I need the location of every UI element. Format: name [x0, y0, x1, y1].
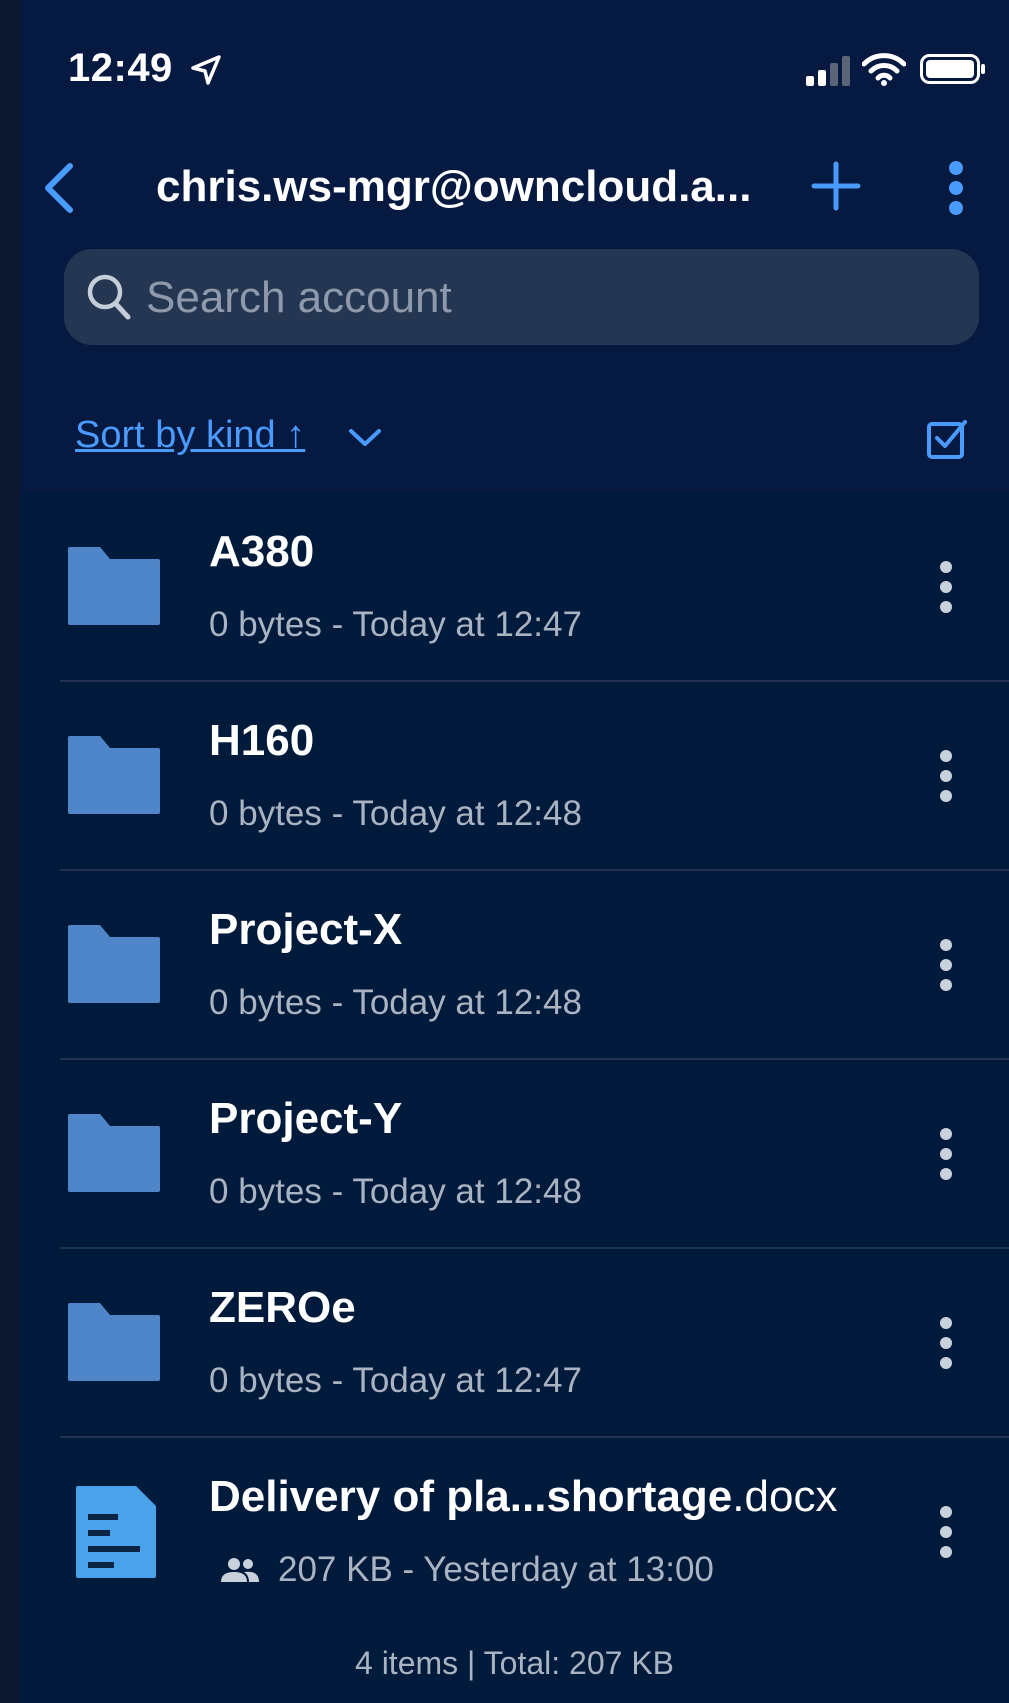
list-item[interactable]: Delivery of pla...shortage.docx 207 KB -… — [20, 1438, 1009, 1627]
item-more-button[interactable] — [936, 1504, 956, 1560]
folder-icon — [68, 1114, 160, 1192]
item-details: 0 bytes - Today at 12:47 — [209, 605, 582, 644]
item-name: Project-X — [209, 905, 403, 954]
vertical-ellipsis-icon — [940, 1128, 952, 1180]
list-item[interactable]: H160 0 bytes - Today at 12:48 — [20, 682, 1009, 871]
item-name: Project-Y — [209, 1094, 403, 1143]
chevron-down-icon[interactable] — [348, 428, 382, 448]
chevron-left-icon — [45, 163, 73, 213]
vertical-ellipsis-icon — [940, 561, 952, 613]
document-icon — [76, 1486, 156, 1578]
item-name: ZEROe — [209, 1283, 356, 1332]
shared-users-icon — [221, 1558, 259, 1582]
folder-summary: 4 items | Total: 207 KB — [355, 1645, 674, 1681]
plus-icon — [811, 161, 861, 211]
folder-icon — [68, 736, 160, 814]
vertical-ellipsis-icon — [940, 939, 952, 991]
item-more-button[interactable] — [936, 748, 956, 804]
item-details: 0 bytes - Today at 12:47 — [209, 1361, 582, 1400]
item-name: A380 — [209, 527, 315, 576]
list-item[interactable]: Project-Y 0 bytes - Today at 12:48 — [20, 1060, 1009, 1249]
item-name: Delivery of pla...shortage.docx — [209, 1472, 838, 1521]
wifi-icon — [862, 53, 906, 86]
battery-icon — [920, 54, 985, 84]
select-checkbox-icon[interactable] — [926, 418, 968, 460]
left-edge — [0, 0, 20, 1703]
page-title: chris.ws-mgr@owncloud.a... — [156, 162, 752, 211]
status-time: 12:49 — [68, 46, 173, 90]
add-button[interactable] — [810, 160, 862, 212]
folder-icon — [68, 1303, 160, 1381]
vertical-ellipsis-icon — [940, 1317, 952, 1369]
item-details: 0 bytes - Today at 12:48 — [209, 1172, 582, 1211]
folder-icon — [68, 547, 160, 625]
vertical-ellipsis-icon — [940, 750, 952, 802]
item-name: H160 — [209, 716, 315, 765]
item-details: 0 bytes - Today at 12:48 — [209, 983, 582, 1022]
sort-button[interactable]: Sort by kind ↑ — [75, 414, 305, 457]
list-item[interactable]: A380 0 bytes - Today at 12:47 — [20, 493, 1009, 682]
more-actions-button[interactable] — [946, 160, 966, 216]
item-more-button[interactable] — [936, 937, 956, 993]
location-arrow-icon — [191, 55, 221, 85]
item-details: 207 KB - Yesterday at 13:00 — [278, 1550, 714, 1589]
vertical-ellipsis-icon — [940, 1506, 952, 1558]
back-button[interactable] — [40, 160, 80, 216]
list-item[interactable]: ZEROe 0 bytes - Today at 12:47 — [20, 1249, 1009, 1438]
item-details: 0 bytes - Today at 12:48 — [209, 794, 582, 833]
cellular-signal-icon — [806, 56, 850, 86]
item-more-button[interactable] — [936, 1315, 956, 1371]
search-icon — [87, 274, 131, 320]
list-item[interactable]: Project-X 0 bytes - Today at 12:48 — [20, 871, 1009, 1060]
search-input[interactable] — [144, 267, 948, 329]
item-more-button[interactable] — [936, 1126, 956, 1182]
vertical-ellipsis-icon — [949, 161, 963, 215]
file-list: A380 0 bytes - Today at 12:47 H160 0 byt… — [20, 493, 1009, 1627]
files-app: 12:49 chris.ws-mgr@owncloud.a... Search … — [20, 0, 1009, 1703]
search-bar[interactable] — [64, 249, 979, 345]
item-more-button[interactable] — [936, 559, 956, 615]
folder-icon — [68, 925, 160, 1003]
